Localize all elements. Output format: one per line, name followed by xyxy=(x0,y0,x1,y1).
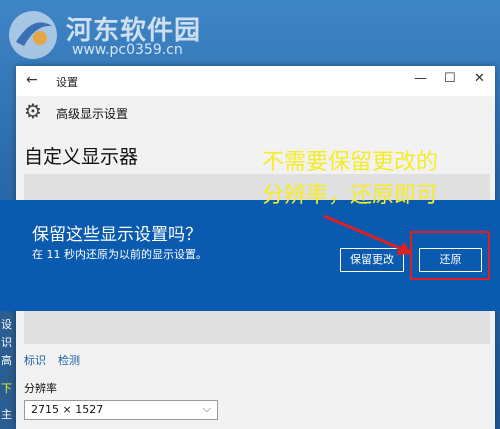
resolution-label: 分辨率 xyxy=(24,382,57,395)
annotation-line: 分辨率，还原即可 xyxy=(262,183,439,208)
strip-text: 识 xyxy=(1,336,12,349)
resolution-value: 2715 × 1527 xyxy=(31,403,104,416)
annotation-arrow-icon xyxy=(323,214,412,255)
strip-text: 下 xyxy=(1,382,12,395)
watermark-logo-icon xyxy=(9,11,57,59)
close-icon[interactable]: ✕ xyxy=(474,71,485,86)
minimize-icon[interactable]: — xyxy=(414,71,427,86)
maximize-icon[interactable]: ☐ xyxy=(444,71,456,86)
annotation-line: 不需要保留更改的 xyxy=(262,150,439,175)
title-bar: ← 设置 — ☐ ✕ xyxy=(16,66,495,96)
resolution-select[interactable]: 2715 × 1527 ⌵ xyxy=(24,400,218,420)
watermark: 河东软件园 www.pc0359.cn xyxy=(6,8,236,62)
back-arrow-icon[interactable]: ← xyxy=(26,72,38,88)
dialog-title: 保留这些显示设置吗？ xyxy=(32,225,202,245)
annotation-text: 不需要保留更改的 分辨率，还原即可 xyxy=(262,146,498,212)
gear-icon: ⚙ xyxy=(24,99,42,123)
strip-text: 主 xyxy=(1,408,12,421)
detect-link[interactable]: 检测 xyxy=(58,352,80,368)
identify-link[interactable]: 标识 xyxy=(24,352,46,368)
header-title: 高级显示设置 xyxy=(56,107,129,121)
page-header: ⚙ 高级显示设置 xyxy=(16,96,495,130)
annotation-highlight-box xyxy=(410,231,490,280)
chevron-down-icon: ⌵ xyxy=(202,402,211,415)
strip-text: 设 xyxy=(1,318,12,331)
watermark-url: www.pc0359.cn xyxy=(72,42,183,58)
strip-text: 高 xyxy=(1,354,12,367)
window-title: 设置 xyxy=(56,76,78,89)
page-title: 自定义显示器 xyxy=(24,146,139,168)
dialog-countdown-text: 在 11 秒内还原为以前的显示设置。 xyxy=(32,248,207,261)
